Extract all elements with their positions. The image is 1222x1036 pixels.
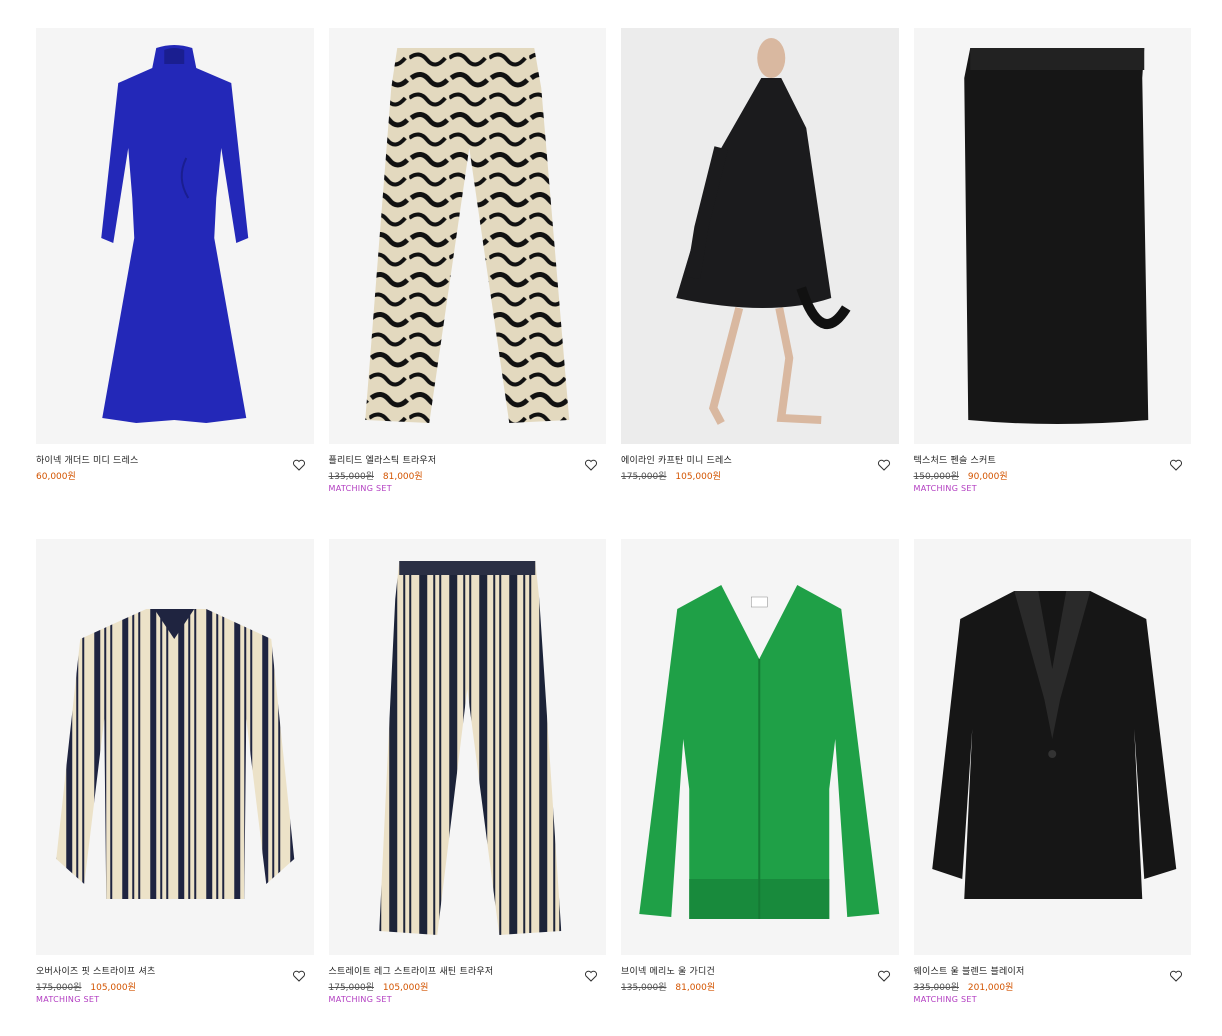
matching-set-badge: MATCHING SET bbox=[913, 484, 977, 493]
matching-set-badge: MATCHING SET bbox=[36, 995, 100, 1004]
product-image-striped-shirt[interactable] bbox=[36, 539, 314, 955]
sale-price: 201,000원 bbox=[967, 983, 1014, 993]
product-card[interactable]: 플리티드 엘라스틱 트라우저 135,000원 81,000원 MATCHING… bbox=[328, 28, 607, 493]
matching-set-badge: MATCHING SET bbox=[328, 484, 392, 493]
product-name[interactable]: 에이라인 카프탄 미니 드레스 bbox=[621, 455, 899, 467]
product-card[interactable]: 오버사이즈 핏 스트라이프 셔츠 175,000원 105,000원 MATCH… bbox=[36, 539, 314, 1004]
product-name[interactable]: 브이넥 메리노 울 가디건 bbox=[621, 966, 899, 978]
heart-icon[interactable] bbox=[292, 968, 306, 982]
product-name[interactable]: 플리티드 엘라스틱 트라우저 bbox=[329, 455, 607, 467]
product-card[interactable]: 웨이스트 울 블렌드 블레이저 335,000원 201,000원 MATCHI… bbox=[913, 539, 1192, 1004]
product-image-kaftan-dress[interactable] bbox=[621, 28, 899, 444]
heart-icon[interactable] bbox=[1169, 457, 1183, 471]
product-card[interactable]: 텍스처드 펜슬 스커트 150,000원 90,000원 MATCHING SE… bbox=[913, 28, 1192, 493]
product-image-patterned-trousers[interactable] bbox=[328, 28, 606, 444]
heart-icon[interactable] bbox=[292, 457, 306, 471]
product-name[interactable]: 웨이스트 울 블렌드 블레이저 bbox=[914, 966, 1192, 978]
product-image-blue-dress[interactable] bbox=[36, 28, 314, 444]
product-name[interactable]: 하이넥 개더드 미디 드레스 bbox=[36, 455, 314, 467]
original-price: 175,000원 bbox=[328, 983, 375, 993]
sale-price: 81,000원 bbox=[675, 983, 716, 993]
original-price: 175,000원 bbox=[621, 472, 667, 482]
heart-icon[interactable] bbox=[584, 968, 598, 982]
original-price: 150,000원 bbox=[913, 472, 960, 482]
product-card[interactable]: 에이라인 카프탄 미니 드레스 175,000원 105,000원 bbox=[621, 28, 899, 493]
product-image-pencil-skirt[interactable] bbox=[913, 28, 1191, 444]
original-price: 135,000원 bbox=[621, 983, 667, 993]
sale-price: 81,000원 bbox=[382, 472, 423, 482]
product-card[interactable]: 하이넥 개더드 미디 드레스 60,000원 bbox=[36, 28, 314, 493]
heart-icon[interactable] bbox=[1169, 968, 1183, 982]
sale-price: 105,000원 bbox=[90, 983, 136, 993]
sale-price: 105,000원 bbox=[675, 472, 721, 482]
product-grid: 하이넥 개더드 미디 드레스 60,000원 플리티드 엘라스틱 트라우저 13… bbox=[36, 28, 1191, 1004]
product-image-black-blazer[interactable] bbox=[913, 539, 1191, 955]
original-price: 135,000원 bbox=[328, 472, 375, 482]
product-name[interactable]: 텍스처드 펜슬 스커트 bbox=[914, 455, 1192, 467]
original-price: 175,000원 bbox=[36, 983, 82, 993]
sale-price: 105,000원 bbox=[382, 983, 429, 993]
product-image-striped-trousers[interactable] bbox=[328, 539, 606, 955]
product-image-green-cardigan[interactable] bbox=[621, 539, 899, 955]
heart-icon[interactable] bbox=[877, 457, 891, 471]
matching-set-badge: MATCHING SET bbox=[328, 995, 392, 1004]
original-price: 335,000원 bbox=[913, 983, 960, 993]
matching-set-badge: MATCHING SET bbox=[913, 995, 977, 1004]
heart-icon[interactable] bbox=[877, 968, 891, 982]
product-card[interactable]: 스트레이트 레그 스트라이프 새틴 트라우저 175,000원 105,000원… bbox=[328, 539, 607, 1004]
sale-price: 90,000원 bbox=[967, 472, 1008, 482]
heart-icon[interactable] bbox=[584, 457, 598, 471]
product-price: 60,000원 bbox=[36, 472, 76, 482]
product-name[interactable]: 스트레이트 레그 스트라이프 새틴 트라우저 bbox=[329, 966, 607, 978]
product-name[interactable]: 오버사이즈 핏 스트라이프 셔츠 bbox=[36, 966, 314, 978]
product-card[interactable]: 브이넥 메리노 울 가디건 135,000원 81,000원 bbox=[621, 539, 899, 1004]
